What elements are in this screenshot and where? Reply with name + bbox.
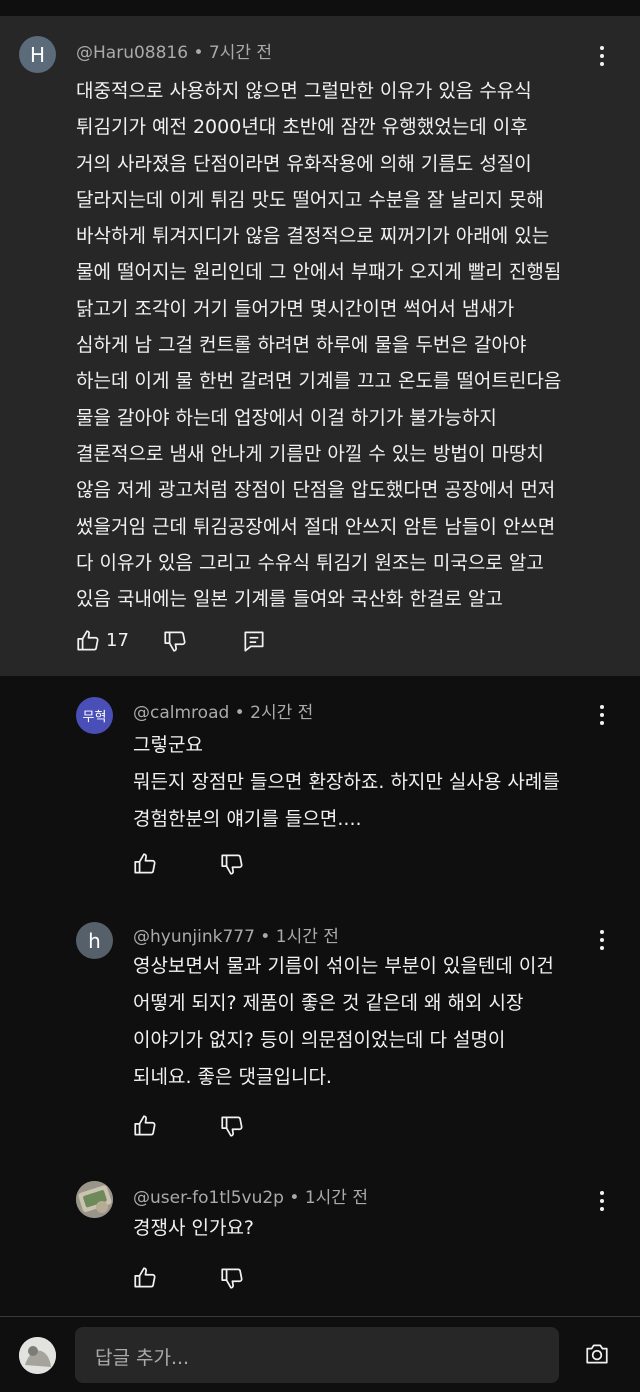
more-vert-icon[interactable]	[590, 44, 614, 68]
thumb-up-icon[interactable]	[132, 1265, 158, 1291]
more-vert-icon[interactable]	[590, 703, 614, 727]
text-line: 경험한분의 얘기를 들으면....	[133, 808, 362, 830]
reply-placeholder: 답글 추가...	[95, 1347, 190, 1369]
reply-author[interactable]: @hyunjink777	[133, 927, 255, 947]
thumb-up-icon[interactable]	[132, 851, 158, 877]
text-line: 어떻게 되지? 제품이 좋은 것 같은데 왜 해외 시장	[133, 992, 524, 1014]
thumb-down-icon[interactable]	[219, 1113, 245, 1139]
reply-meta: @hyunjink777 • 1시간 전	[133, 922, 339, 947]
text-line: 그렇군요	[133, 734, 203, 756]
reply-meta: @calmroad • 2시간 전	[133, 698, 313, 723]
avatar[interactable]	[76, 1181, 113, 1218]
reply-bar: 답글 추가...	[0, 1316, 640, 1392]
avatar-text: 무혁	[82, 710, 107, 725]
reply-time: 1시간 전	[275, 927, 339, 947]
like-count: 17	[106, 630, 129, 651]
meta-separator: •	[254, 927, 276, 947]
text-line: 영상보면서 물과 기름이 섞이는 부분이 있을텐데 이건	[133, 955, 554, 977]
text-line: 되네요. 좋은 댓글입니다.	[133, 1066, 332, 1088]
user-avatar[interactable]	[19, 1337, 56, 1374]
text-line: 결론적으로 냄새 안나게 기름만 아낄 수 있는 방법이 마땅치	[76, 442, 544, 465]
top-band	[0, 0, 640, 16]
text-line: 심하게 남 그걸 컨트롤 하려면 하루에 물을 두번은 갈아야	[76, 334, 527, 357]
avatar-image	[19, 1337, 56, 1374]
reply-author[interactable]: @calmroad	[133, 703, 229, 723]
reply-meta: @user-fo1tl5vu2p • 1시간 전	[133, 1183, 368, 1208]
comment-icon[interactable]	[241, 628, 267, 654]
text-line: 달라지는데 이게 튀김 맛도 떨어지고 수분을 잘 날리지 못해	[76, 188, 544, 211]
thumb-down-icon[interactable]	[219, 851, 245, 877]
text-line: 하는데 이게 물 한번 갈려면 기계를 끄고 온도를 떨어트린다음	[76, 370, 562, 393]
reply-time: 2시간 전	[250, 703, 314, 723]
more-vert-icon[interactable]	[590, 1189, 614, 1213]
camera-icon[interactable]	[584, 1341, 614, 1371]
avatar-letter: H	[29, 42, 46, 67]
meta-separator: •	[229, 703, 251, 723]
text-line: 바삭하게 튀겨지디가 않음 결정적으로 찌꺼기가 아래에 있는	[76, 225, 550, 248]
reply-body: 그렇군요뭐든지 장점만 들으면 환장하죠. 하지만 실사용 사례를경험한분의 얘…	[133, 727, 560, 838]
text-line: 썼을거임 근데 튀김공장에서 절대 안쓰지 암튼 남들이 안쓰면	[76, 515, 556, 538]
thumb-up-icon[interactable]	[75, 628, 101, 654]
reply-author[interactable]: @user-fo1tl5vu2p	[133, 1188, 284, 1208]
comment-meta: @Haru08816 • 7시간 전	[76, 38, 272, 63]
text-line: 거의 사라졌음 단점이라면 유화작용에 의해 기름도 성질이	[76, 152, 532, 175]
text-line: 경쟁사 인가요?	[133, 1217, 255, 1239]
reply-body: 영상보면서 물과 기름이 섞이는 부분이 있을텐데 이건어떻게 되지? 제품이 …	[133, 948, 554, 1096]
thumb-down-icon[interactable]	[162, 628, 188, 654]
thumb-down-icon[interactable]	[219, 1265, 245, 1291]
meta-separator: •	[283, 1188, 305, 1208]
reply-time: 1시간 전	[304, 1188, 368, 1208]
highlighted-comment: H @Haru08816 • 7시간 전 대중적으로 사용하지 않으면 그럴만한…	[0, 16, 640, 676]
avatar[interactable]: h	[76, 922, 113, 959]
comment-time: 7시간 전	[208, 43, 273, 63]
comment-author[interactable]: @Haru08816	[76, 43, 188, 63]
text-line: 다 이유가 있음 그리고 수유식 튀김기 원조는 미국으로 알고	[76, 551, 544, 574]
meta-separator: •	[188, 43, 209, 63]
reply-body: 경쟁사 인가요?	[133, 1210, 254, 1247]
avatar[interactable]: 무혁	[76, 697, 113, 734]
text-line: 않음 저게 광고처럼 장점이 단점을 압도했다면 공장에서 먼저	[76, 479, 556, 502]
avatar-image	[76, 1181, 113, 1218]
reply-input[interactable]: 답글 추가...	[75, 1327, 559, 1383]
more-vert-icon[interactable]	[590, 928, 614, 952]
comment-body: 대중적으로 사용하지 않으면 그럴만한 이유가 있음 수유식튀김기가 예전 20…	[76, 73, 561, 617]
avatar-text: h	[88, 928, 101, 953]
text-line: 대중적으로 사용하지 않으면 그럴만한 이유가 있음 수유식	[76, 80, 532, 102]
thumb-up-icon[interactable]	[132, 1113, 158, 1139]
text-line: 튀김기가 예전 2000년대 초반에 잠깐 유행했었는데 이후	[76, 116, 528, 139]
text-line: 뭐든지 장점만 들으면 환장하죠. 하지만 실사용 사례를	[133, 771, 560, 793]
text-line: 이야기가 없지? 등이 의문점이었는데 다 설명이	[133, 1029, 506, 1051]
text-line: 물에 떨어지는 원리인데 그 안에서 부패가 오지게 빨리 진행됨	[76, 261, 562, 284]
text-line: 닭고기 조각이 거기 들어가면 몇시간이면 썩어서 냄새가	[76, 297, 515, 320]
text-line: 있음 국내에는 일본 기계를 들여와 국산화 한걸로 알고	[76, 588, 503, 611]
text-line: 물을 갈아야 하는데 업장에서 이걸 하기가 불가능하지	[76, 406, 497, 429]
avatar[interactable]: H	[19, 36, 56, 73]
